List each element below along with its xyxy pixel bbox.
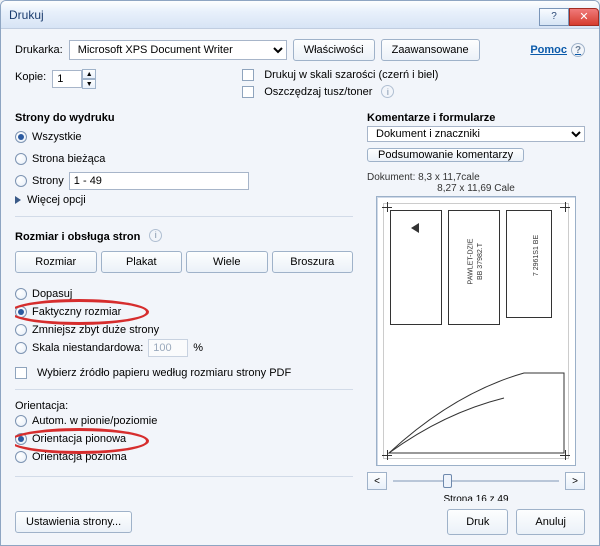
radio-shrink[interactable]: Zmniejsz zbyt duże strony (15, 321, 353, 339)
cancel-button[interactable]: Anuluj (516, 509, 585, 535)
radio-landscape[interactable]: Orientacja pozioma (15, 448, 353, 466)
orientation-title: Orientacja: (15, 400, 353, 412)
radio-custom-scale[interactable]: Skala niestandardowa: % (15, 339, 353, 357)
copies-input[interactable] (52, 70, 82, 88)
copies-label: Kopie: (15, 71, 46, 83)
size-title: Rozmiar i obsługa stron (15, 231, 140, 243)
next-page-button[interactable]: > (565, 472, 585, 490)
printer-label: Drukarka: (15, 44, 63, 56)
pages-title: Strony do wydruku (15, 112, 353, 124)
help-icon: ? (571, 43, 585, 57)
booklet-button[interactable]: Broszura (272, 251, 354, 273)
radio-fit[interactable]: Dopasuj (15, 285, 353, 303)
range-input[interactable] (69, 172, 249, 190)
print-preview: PAWLET-DZIE BB 37982.T 7 2961S1 BE (376, 196, 576, 466)
page-slider[interactable] (393, 478, 559, 484)
printer-select[interactable]: Microsoft XPS Document Writer (69, 40, 287, 60)
grayscale-checkbox-row[interactable]: Drukuj w skali szarości (czerń i biel) (242, 69, 438, 81)
titlebar: Drukuj ? ✕ (1, 1, 599, 29)
paper-source-checkbox[interactable] (15, 367, 27, 379)
copies-up[interactable]: ▲ (82, 69, 96, 79)
radio-actual[interactable]: Faktyczny rozmiar (15, 303, 353, 321)
comments-title: Komentarze i formularze (367, 112, 585, 124)
prev-page-button[interactable]: < (367, 472, 387, 490)
properties-button[interactable]: Właściwości (293, 39, 375, 61)
comments-select[interactable]: Dokument i znaczniki (367, 126, 585, 142)
multi-button[interactable]: Wiele (186, 251, 268, 273)
grayscale-checkbox[interactable] (242, 69, 254, 81)
radio-all[interactable]: Wszystkie (15, 128, 353, 146)
radio-portrait[interactable]: Orientacja pionowa (15, 430, 353, 448)
radio-auto-orient[interactable]: Autom. w pionie/poziomie (15, 412, 353, 430)
help-window-button[interactable]: ? (539, 8, 569, 26)
info-icon: i (381, 85, 394, 98)
doc-dimensions: Dokument: 8,3 x 11,7cale (367, 172, 480, 183)
radio-range[interactable]: Strony (15, 172, 353, 190)
page-dimensions: 8,27 x 11,69 Cale (437, 183, 515, 194)
page-setup-button[interactable]: Ustawienia strony... (15, 511, 132, 533)
window-title: Drukuj (9, 8, 44, 22)
radio-current[interactable]: Strona bieżąca (15, 150, 353, 168)
advanced-button[interactable]: Zaawansowane (381, 39, 480, 61)
help-link[interactable]: Pomoc? (530, 43, 585, 57)
poster-button[interactable]: Plakat (101, 251, 183, 273)
paper-source-checkbox-row[interactable]: Wybierz źródło papieru według rozmiaru s… (15, 367, 353, 379)
copies-down[interactable]: ▼ (82, 79, 96, 89)
save-ink-checkbox[interactable] (242, 86, 254, 98)
close-window-button[interactable]: ✕ (569, 8, 599, 26)
info-icon: i (149, 229, 162, 242)
summarize-comments-button[interactable]: Podsumowanie komentarzy (367, 148, 524, 162)
more-options-toggle[interactable]: Więcej opcji (15, 194, 353, 206)
page-indicator: Strona 16 z 49 (443, 494, 508, 501)
print-button[interactable]: Druk (447, 509, 508, 535)
save-ink-checkbox-row[interactable]: Oszczędzaj tusz/toneri (242, 85, 438, 98)
size-button[interactable]: Rozmiar (15, 251, 97, 273)
chevron-right-icon (15, 196, 21, 204)
scale-input[interactable] (148, 339, 188, 357)
